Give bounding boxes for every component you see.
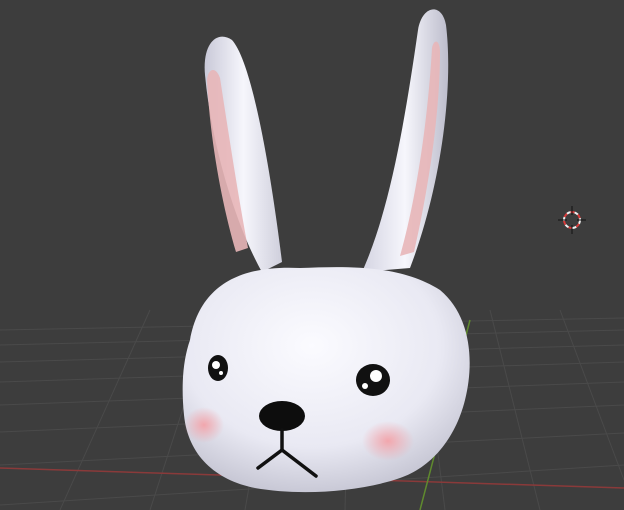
left-cheek	[184, 407, 224, 443]
right-eye	[356, 364, 390, 396]
bunny-model[interactable]	[182, 9, 470, 493]
crosshair-icon[interactable]	[558, 206, 586, 234]
bunny-head	[182, 267, 470, 493]
3d-viewport[interactable]	[0, 0, 624, 510]
right-cheek	[362, 421, 414, 461]
left-eye	[208, 355, 228, 381]
nose	[259, 401, 305, 431]
viewport-canvas[interactable]	[0, 0, 624, 510]
